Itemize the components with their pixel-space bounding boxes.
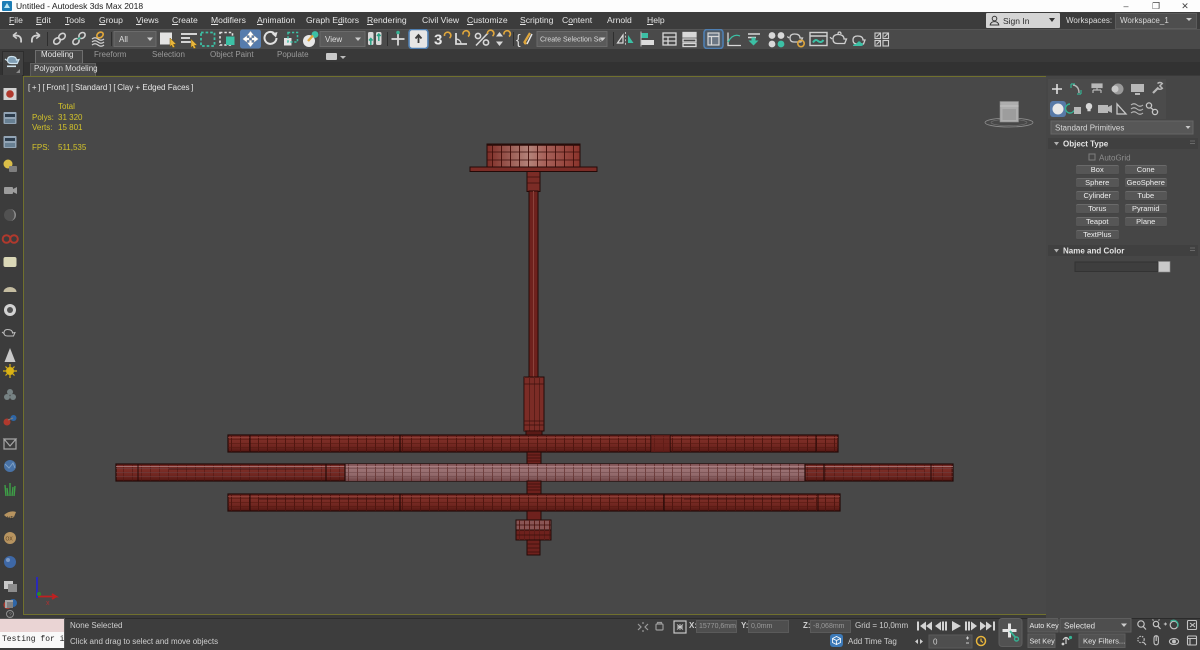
- svg-text:Name and Color: Name and Color: [1063, 247, 1124, 256]
- svg-text:Object Type: Object Type: [1063, 140, 1109, 149]
- svg-text:HF: HF: [7, 516, 14, 522]
- svg-text:Key Filters...: Key Filters...: [1083, 637, 1125, 646]
- svg-text:All: All: [119, 35, 128, 44]
- svg-text:3: 3: [434, 32, 442, 49]
- svg-text:Auto Key: Auto Key: [1030, 621, 1060, 630]
- svg-text:AutoGrid: AutoGrid: [1099, 154, 1131, 163]
- svg-text:View: View: [325, 35, 342, 44]
- svg-text:Standard Primitives: Standard Primitives: [1055, 124, 1124, 133]
- svg-text:Selected: Selected: [1064, 622, 1095, 631]
- svg-text:OX: OX: [6, 537, 14, 543]
- svg-text:0: 0: [933, 638, 938, 647]
- svg-text:{: {: [516, 31, 521, 47]
- svg-text:Set Key: Set Key: [1030, 637, 1056, 646]
- svg-text:Create Selection Se: Create Selection Se: [540, 37, 602, 44]
- svg-text:x: x: [46, 600, 50, 607]
